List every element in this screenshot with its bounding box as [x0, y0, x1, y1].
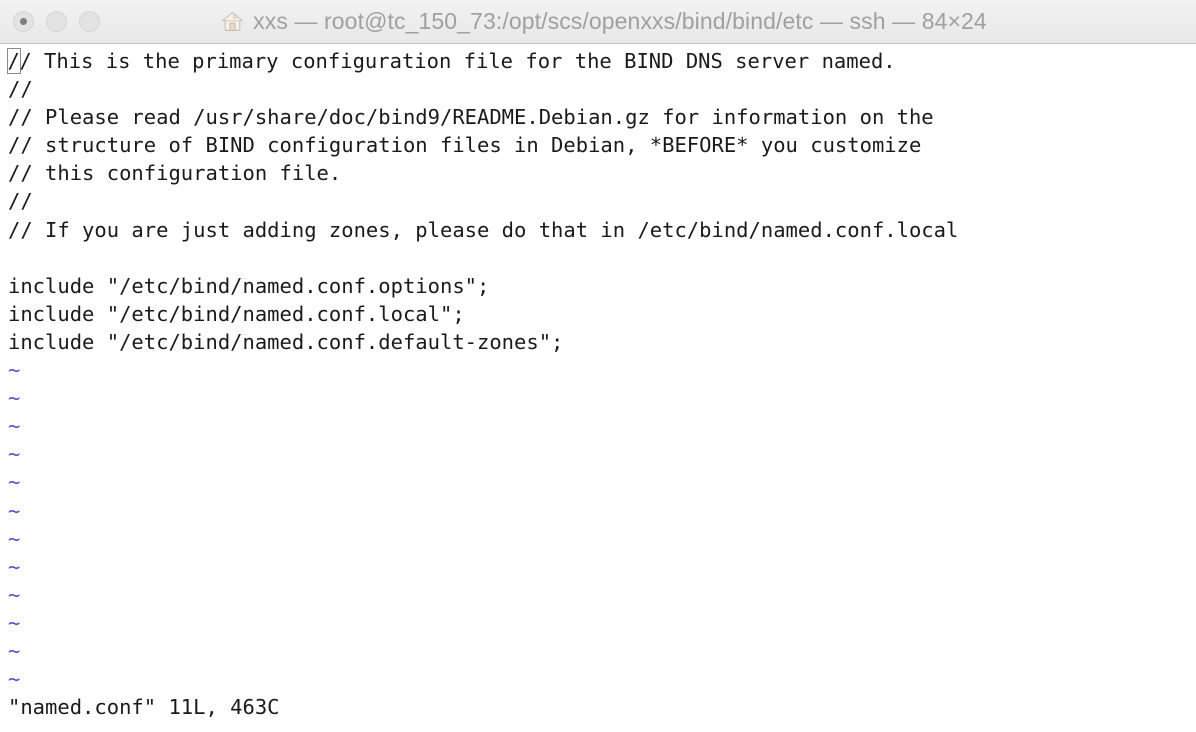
editor-line[interactable]: include "/etc/bind/named.conf.options";	[8, 272, 1196, 300]
editor-line[interactable]: // structure of BIND configuration files…	[8, 131, 1196, 159]
empty-line-marker: ~	[8, 442, 21, 467]
empty-line-marker: ~	[8, 610, 21, 635]
editor-line-text: / This is the primary configuration file…	[19, 49, 896, 73]
terminal-window: xxs — root@tc_150_73:/opt/scs/openxxs/bi…	[0, 0, 1196, 732]
window-controls	[0, 11, 100, 32]
editor-line[interactable]: // Please read /usr/share/doc/bind9/READ…	[8, 103, 1196, 131]
editor-line[interactable]: include "/etc/bind/named.conf.local";	[8, 300, 1196, 328]
empty-line-marker: ~	[8, 414, 21, 439]
editor-line[interactable]: //	[8, 75, 1196, 103]
empty-line-marker: ~	[8, 554, 21, 579]
empty-line-marker: ~	[8, 667, 21, 692]
empty-line-marker: ~	[8, 358, 21, 383]
editor-line[interactable]: // this configuration file.	[8, 159, 1196, 187]
home-icon	[222, 11, 243, 31]
editor-line[interactable]: // If you are just adding zones, please …	[8, 216, 1196, 244]
empty-line-marker: ~	[8, 638, 21, 663]
empty-line-marker: ~	[8, 470, 21, 495]
editor-line[interactable]: //	[8, 187, 1196, 215]
empty-line-marker: ~	[8, 386, 21, 411]
vim-status-line: "named.conf" 11L, 463C	[8, 695, 280, 720]
empty-line-marker: ~	[8, 526, 21, 551]
window-title-text: xxs — root@tc_150_73:/opt/scs/openxxs/bi…	[253, 8, 987, 34]
terminal-screen[interactable]: // This is the primary configuration fil…	[0, 44, 1196, 732]
window-title-group: xxs — root@tc_150_73:/opt/scs/openxxs/bi…	[0, 0, 1196, 43]
editor-line[interactable]	[8, 244, 1196, 272]
zoom-button[interactable]	[79, 11, 100, 32]
empty-line-marker: ~	[8, 582, 21, 607]
editor-line[interactable]: // This is the primary configuration fil…	[6, 47, 1196, 75]
minimize-button[interactable]	[46, 11, 67, 32]
editor-line[interactable]: include "/etc/bind/named.conf.default-zo…	[8, 328, 1196, 356]
empty-line-marker: ~	[8, 498, 21, 523]
window-titlebar[interactable]: xxs — root@tc_150_73:/opt/scs/openxxs/bi…	[0, 0, 1196, 44]
close-button[interactable]	[13, 11, 34, 32]
